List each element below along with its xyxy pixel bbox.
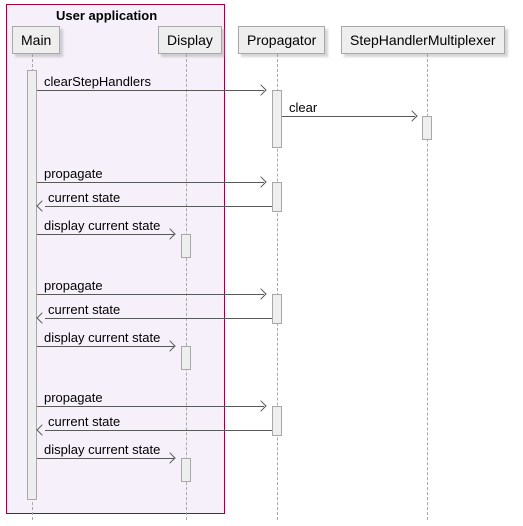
arrow [45,430,272,431]
activation-propagator [272,182,282,212]
arrow-head [406,110,417,121]
activation-multiplexer [422,116,432,140]
arrow [45,206,272,207]
msg-current-state: current state [48,302,120,317]
msg-propagate: propagate [44,278,103,293]
msg-clearStepHandlers: clearStepHandlers [44,74,151,89]
activation-propagator [272,90,282,148]
arrow-head [255,84,266,95]
arrow [37,234,175,235]
msg-clear: clear [289,100,317,115]
arrow-head [255,176,266,187]
lifeline-display [186,54,187,520]
arrow-head [255,288,266,299]
arrow [282,116,415,117]
msg-display-current-state: display current state [44,218,160,233]
participant-label: Display [167,32,213,48]
participant-label: StepHandlerMultiplexer [350,32,496,48]
sequence-diagram: User application Main Display Propagator… [0,0,523,526]
arrow [37,294,264,295]
msg-current-state: current state [48,414,120,429]
arrow [37,90,264,91]
activation-propagator [272,406,282,436]
activation-display [181,234,191,258]
arrow [45,318,272,319]
activation-propagator [272,294,282,324]
msg-display-current-state: display current state [44,330,160,345]
participant-multiplexer: StepHandlerMultiplexer [341,26,505,54]
msg-display-current-state: display current state [44,442,160,457]
participant-propagator: Propagator [238,26,325,54]
participant-main: Main [12,26,60,54]
participant-label: Propagator [247,32,316,48]
arrow [37,346,175,347]
activation-display [181,458,191,482]
participant-display: Display [158,26,222,54]
msg-propagate: propagate [44,166,103,181]
msg-current-state: current state [48,190,120,205]
participant-label: Main [21,32,51,48]
arrow [37,458,175,459]
arrow [37,182,264,183]
arrow [37,406,264,407]
activation-display [181,346,191,370]
frame-label: User application [48,6,165,25]
activation-main [27,70,37,500]
msg-propagate: propagate [44,390,103,405]
arrow-head [255,400,266,411]
